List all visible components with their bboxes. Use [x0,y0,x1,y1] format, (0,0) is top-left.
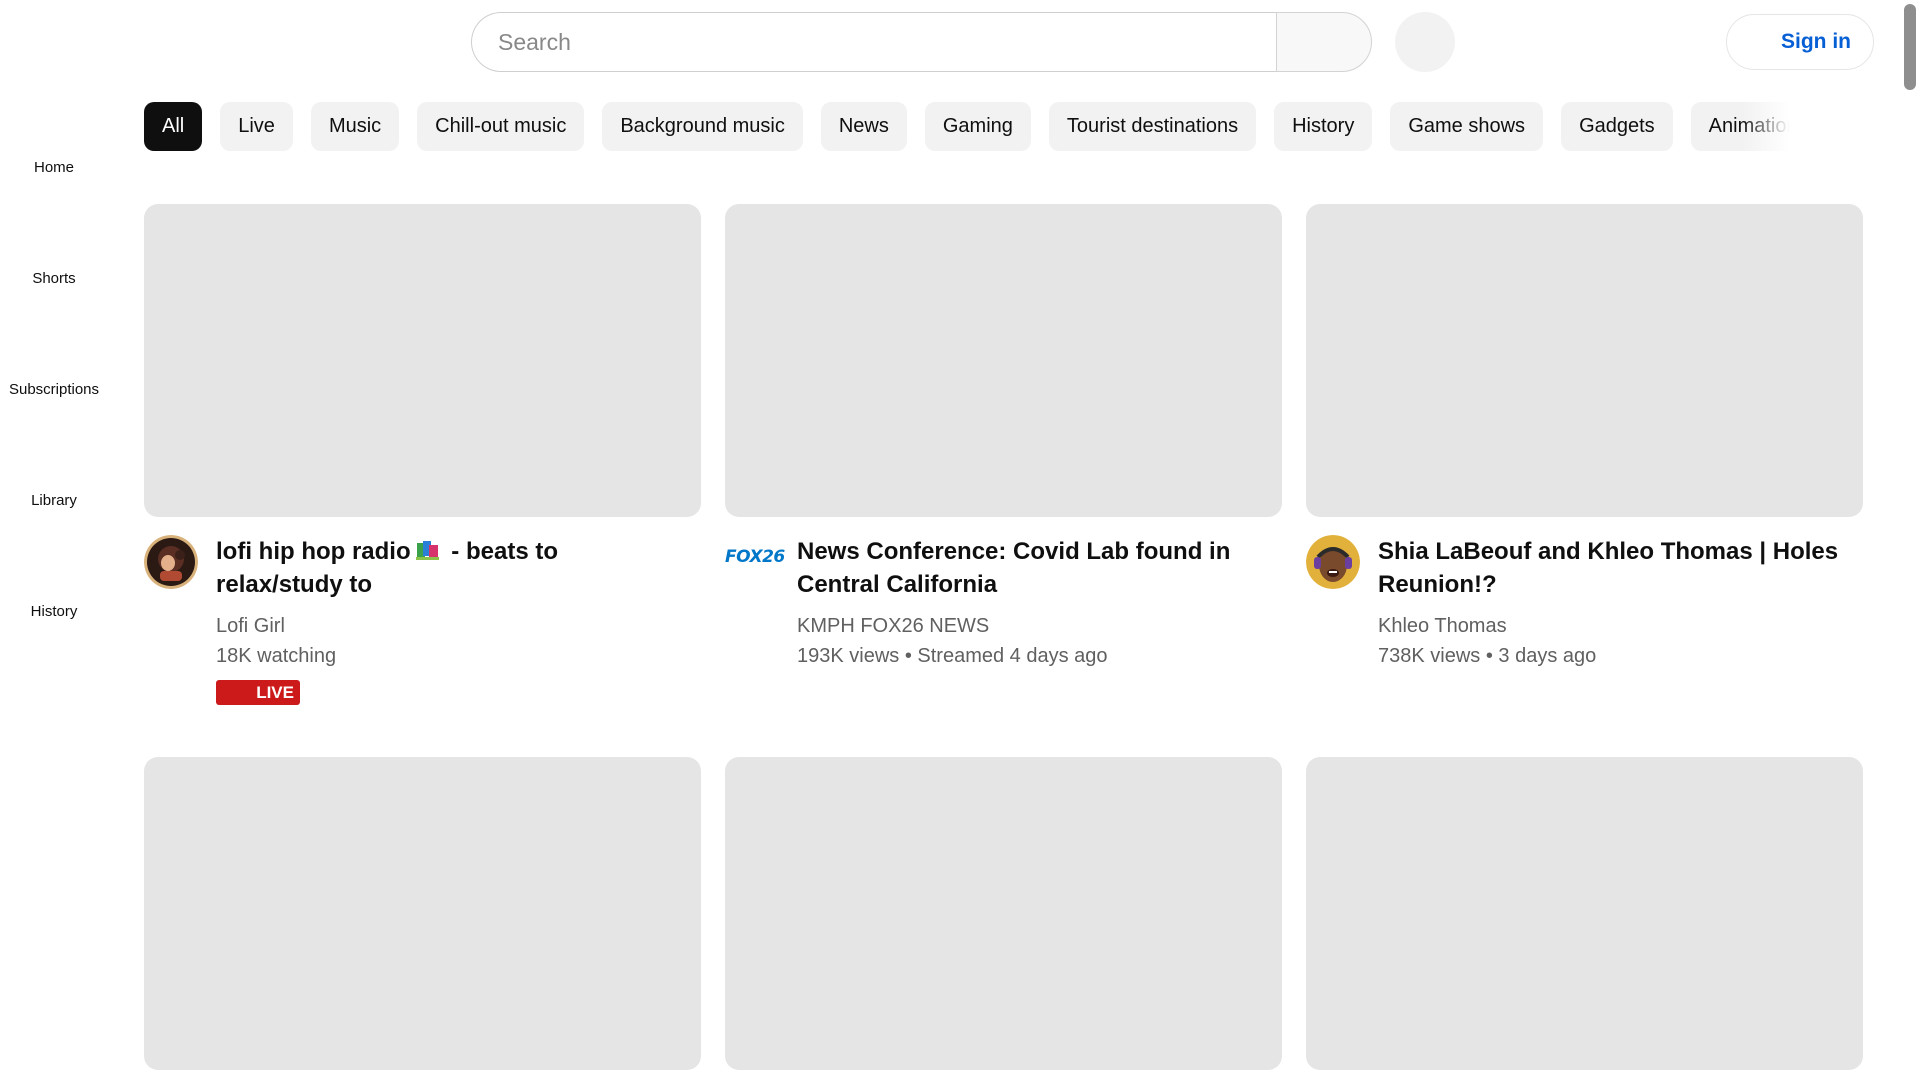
chip-live[interactable]: Live [220,102,293,151]
sign-in-label: Sign in [1781,30,1851,53]
search-input[interactable] [496,27,1277,57]
chip-game-shows[interactable]: Game shows [1390,102,1544,151]
sidebar-item-label: Home [33,159,74,176]
chip-music[interactable]: Music [310,102,400,151]
video-thumbnail[interactable] [144,757,701,1070]
chip-history[interactable]: History [1274,102,1373,151]
top-header: Sign in [0,0,1920,84]
channel-name[interactable]: Lofi Girl [216,615,285,638]
sidebar-item-history[interactable]: History [0,528,108,628]
sidebar-item-shorts[interactable]: Shorts [0,195,108,295]
channel-avatar[interactable] [144,535,198,589]
channel-avatar[interactable] [1306,535,1360,589]
scrollbar-track[interactable] [1900,0,1920,825]
chip-chill-out-music[interactable]: Chill-out music [417,102,585,151]
sidebar-item-home[interactable]: Home [0,84,108,184]
video-details: FOX26 News Conference: Covid Lab found i… [725,517,1282,697]
channel-name[interactable]: Khleo Thomas [1378,615,1507,638]
video-meta: 18K watching [216,645,337,667]
chip-tourist-destinations[interactable]: Tourist destinations [1048,102,1257,151]
chip-news[interactable]: News [820,102,907,151]
search-button[interactable] [1276,12,1372,72]
channel-name[interactable]: KMPH FOX26 NEWS [797,615,989,638]
sidebar-item-label: Shorts [32,270,76,287]
video-title[interactable]: News Conference: Covid Lab found in Cent… [797,535,1267,601]
khleo-thomas-avatar-image [1306,535,1360,589]
search-box[interactable] [471,12,1277,72]
sidebar-item-library[interactable]: Library [0,417,108,517]
chip-bar-fade [1742,102,1798,151]
video-title[interactable]: lofi hip hop radio - beats to relax/stud… [216,535,686,601]
video-card[interactable]: Shia LaBeouf and Khleo Thomas | Holes Re… [1306,204,1863,697]
chip-gadgets[interactable]: Gadgets [1561,102,1673,151]
lofi-girl-avatar-image [144,535,198,589]
video-thumbnail[interactable] [1306,757,1863,1070]
sidebar-item-label: Subscriptions [8,381,100,398]
video-card[interactable] [725,757,1282,1070]
video-thumbnail[interactable] [144,204,701,517]
chip-gaming[interactable]: Gaming [924,102,1031,151]
video-thumbnail[interactable] [725,757,1282,1070]
video-card[interactable]: lofi hip hop radio - beats to relax/stud… [144,204,701,705]
chip-all[interactable]: All [144,102,203,151]
scrollbar-thumb[interactable] [1904,4,1916,90]
channel-avatar[interactable]: FOX26 [725,547,785,577]
fox26-logo: FOX26 [725,547,785,567]
video-thumbnail[interactable] [725,204,1282,517]
video-meta: 193K views • Streamed 4 days ago [797,645,1108,667]
video-meta: 738K views • 3 days ago [1378,645,1597,667]
video-thumbnail[interactable] [1306,204,1863,517]
video-title[interactable]: Shia LaBeouf and Khleo Thomas | Holes Re… [1378,535,1848,601]
chip-background-music[interactable]: Background music [602,102,803,151]
sign-in-button[interactable]: Sign in [1726,14,1874,70]
video-card[interactable] [144,757,701,1070]
video-details: Shia LaBeouf and Khleo Thomas | Holes Re… [1306,517,1863,697]
filter-chip-bar: All Live Music Chill-out music Backgroun… [144,102,1794,151]
live-badge: LIVE [216,680,300,705]
sidebar-item-subscriptions[interactable]: Subscriptions [0,306,108,406]
voice-search-button[interactable] [1395,12,1455,72]
video-card[interactable]: FOX26 News Conference: Covid Lab found i… [725,204,1282,697]
sidebar-item-label: History [30,603,78,620]
books-emoji-icon [415,541,439,560]
video-details: lofi hip hop radio - beats to relax/stud… [144,517,701,705]
sidebar-item-label: Library [31,492,77,509]
video-card[interactable] [1306,757,1863,1070]
mini-guide-sidebar: Home Shorts Subscriptions Library Histor… [0,84,108,825]
